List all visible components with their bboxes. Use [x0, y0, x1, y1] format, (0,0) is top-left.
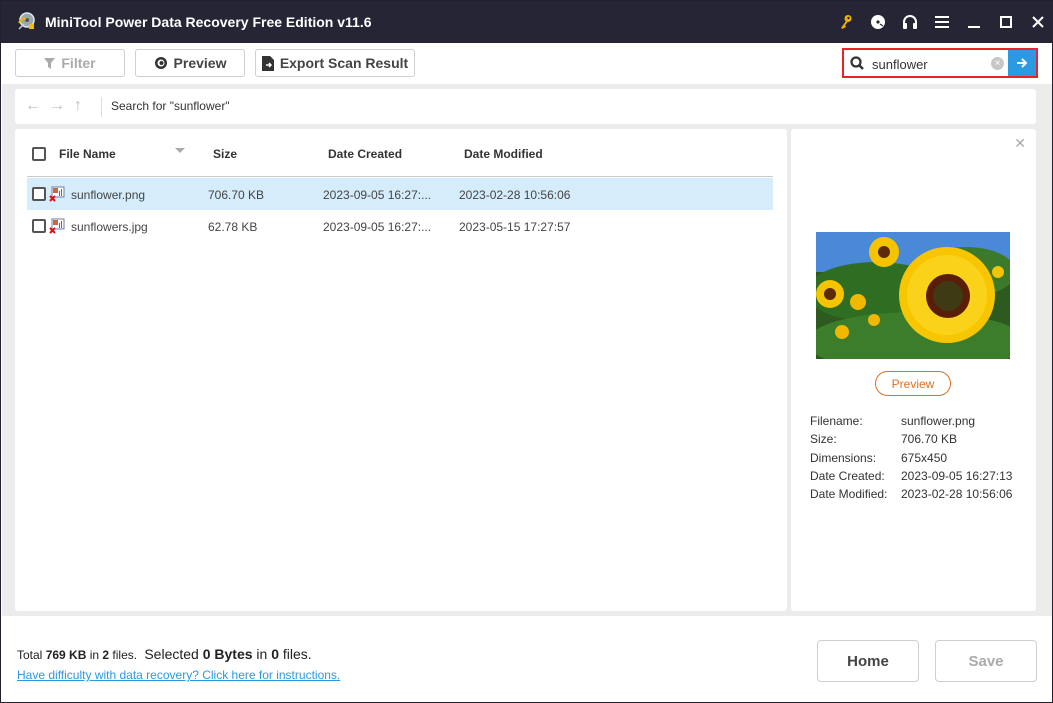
- preview-pane: ✕ Preview Filename: sunflower.png Size: …: [791, 129, 1036, 611]
- close-icon[interactable]: [1022, 1, 1053, 43]
- search-input[interactable]: [872, 55, 992, 73]
- file-list-pane: File Name Size Date Created Date Modifie…: [15, 129, 787, 611]
- sort-desc-icon[interactable]: [175, 148, 185, 153]
- table-row[interactable]: sunflowers.jpg 62.78 KB 2023-09-05 16:27…: [27, 210, 773, 242]
- path-divider: [101, 97, 102, 117]
- up-arrow-icon[interactable]: ↑: [74, 97, 82, 115]
- path-bar: ← → ↑ Search for "sunflower": [15, 89, 1036, 124]
- file-size: 62.78 KB: [208, 220, 258, 234]
- meta-filename: Filename: sunflower.png: [810, 414, 976, 428]
- file-date-modified: 2023-02-28 10:56:06: [459, 188, 571, 202]
- headset-icon[interactable]: [894, 1, 926, 43]
- back-arrow-icon[interactable]: ←: [25, 97, 41, 115]
- column-date-modified[interactable]: Date Modified: [464, 147, 543, 161]
- search-icon: [850, 56, 864, 70]
- status-summary: Total 769 KB in 2 files. Selected 0 Byte…: [17, 646, 312, 662]
- search-path-text: Search for "sunflower": [111, 99, 230, 113]
- table-row[interactable]: sunflower.png 706.70 KB 2023-09-05 16:27…: [27, 178, 773, 210]
- search-box: ×: [842, 48, 1038, 78]
- column-file-name[interactable]: File Name: [59, 147, 116, 161]
- file-metadata: Filename: sunflower.png Size: 706.70 KB …: [810, 414, 1012, 505]
- preview-button[interactable]: Preview: [875, 371, 951, 396]
- deleted-image-file-icon: [49, 186, 65, 202]
- export-scan-result-button[interactable]: Export Scan Result: [255, 49, 415, 77]
- table-header: File Name Size Date Created Date Modifie…: [27, 139, 773, 177]
- meta-dimensions: Dimensions: 675x450: [810, 450, 948, 465]
- file-date-created: 2023-09-05 16:27:...: [323, 220, 432, 234]
- image-thumbnail: [816, 232, 1010, 359]
- forward-arrow-icon[interactable]: →: [49, 97, 65, 115]
- deleted-image-file-icon: [49, 218, 65, 234]
- row-checkbox[interactable]: [32, 219, 46, 233]
- column-size[interactable]: Size: [213, 147, 237, 161]
- maximize-icon[interactable]: [990, 1, 1022, 43]
- column-date-created[interactable]: Date Created: [328, 147, 402, 161]
- sunflower-small-2: [816, 280, 844, 308]
- app-logo-icon: [18, 12, 35, 30]
- preview-toolbar-label: Preview: [173, 55, 227, 71]
- preview-toolbar-button[interactable]: Preview: [135, 49, 245, 77]
- selected-count: 0: [271, 646, 279, 662]
- title-bar: MiniTool Power Data Recovery Free Editio…: [1, 1, 1053, 43]
- file-name: sunflowers.jpg: [71, 220, 148, 234]
- app-window: MiniTool Power Data Recovery Free Editio…: [0, 0, 1053, 703]
- home-button[interactable]: Home: [817, 640, 919, 682]
- arrow-right-icon: [1017, 58, 1028, 68]
- meta-size: Size: 706.70 KB: [810, 432, 958, 447]
- clear-search-icon[interactable]: ×: [991, 57, 1004, 70]
- key-icon[interactable]: [830, 1, 862, 43]
- help-link[interactable]: Have difficulty with data recovery? Clic…: [17, 668, 340, 682]
- sunflower-large: [899, 247, 995, 343]
- meta-date-modified: Date Modified: 2023-02-28 10:56:06: [810, 487, 1013, 502]
- selected-size: 0 Bytes: [202, 646, 253, 662]
- row-checkbox[interactable]: [32, 187, 46, 201]
- file-date-created: 2023-09-05 16:27:...: [323, 188, 432, 202]
- save-button[interactable]: Save: [935, 640, 1037, 682]
- total-size: 769 KB: [45, 648, 87, 662]
- search-go-button[interactable]: [1008, 50, 1036, 76]
- export-file-icon: [261, 55, 274, 71]
- disc-icon[interactable]: [862, 1, 894, 43]
- select-all-checkbox[interactable]: [32, 147, 46, 161]
- window-title: MiniTool Power Data Recovery Free Editio…: [45, 14, 372, 30]
- file-size: 706.70 KB: [208, 188, 265, 202]
- eye-icon: [154, 57, 167, 69]
- file-name: sunflower.png: [71, 188, 146, 202]
- meta-date-created: Date Created: 2023-09-05 16:27:13: [810, 468, 1013, 483]
- filter-button[interactable]: Filter: [15, 49, 125, 77]
- minimize-icon[interactable]: [958, 1, 990, 43]
- filter-icon: [44, 57, 56, 69]
- menu-icon[interactable]: [926, 1, 958, 43]
- file-date-modified: 2023-05-15 17:27:57: [459, 220, 571, 234]
- export-label: Export Scan Result: [279, 55, 409, 71]
- close-preview-icon[interactable]: ✕: [1014, 135, 1026, 152]
- sunflower-small-1: [869, 237, 899, 267]
- filter-label: Filter: [61, 55, 96, 71]
